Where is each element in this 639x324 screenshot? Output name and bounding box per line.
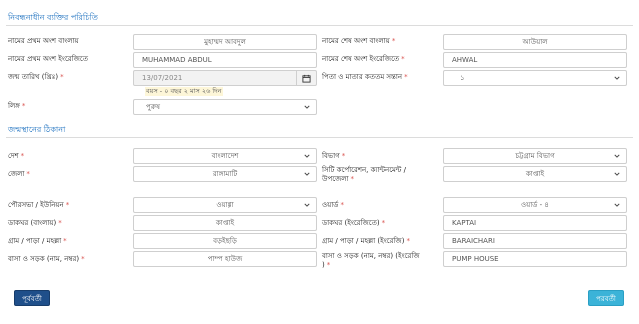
chevron-down-icon xyxy=(614,203,620,207)
union-select[interactable]: ওয়াগ্গা xyxy=(133,197,317,213)
chevron-down-icon xyxy=(304,154,310,158)
last-name-bn-label: নামের শেষ অংশ বাংলায় * xyxy=(322,37,396,45)
section-divider xyxy=(6,25,633,26)
birth-order-select[interactable]: ১ xyxy=(443,70,627,86)
ward-select[interactable]: ওয়ার্ড - ৪ xyxy=(443,197,627,213)
chevron-down-icon xyxy=(614,154,620,158)
post-office-en-input[interactable]: KAPTAI xyxy=(443,215,627,231)
country-label: দেশ * xyxy=(8,152,25,160)
ward-label: ওয়ার্ড * xyxy=(322,201,344,209)
village-bn-label: গ্রাম / পাড়া / মহল্লা * xyxy=(8,237,67,245)
upazila-select[interactable]: কাপ্তাই xyxy=(443,166,627,182)
post-office-bn-label: ডাকঘর (বাংলায়) * xyxy=(8,219,62,227)
calendar-icon[interactable] xyxy=(296,71,316,85)
section-divider xyxy=(6,137,633,138)
section-title-person-info: নিবন্ধনাধীন ব্যক্তির পরিচিতি xyxy=(8,13,98,22)
birth-order-label: পিতা ও মাতার কততম সন্তান * xyxy=(322,73,408,81)
upazila-label: সিটি কর্পোরেশন, ক্যান্টনমেন্ট / উপজেলা * xyxy=(322,166,407,183)
post-office-en-label: ডাকঘর (ইংরেজিতে) * xyxy=(322,219,386,227)
road-en-input[interactable]: PUMP HOUSE xyxy=(443,251,627,267)
village-bn-input[interactable]: বড়ইছড়ি xyxy=(133,233,317,249)
previous-button[interactable]: পূর্ববর্তী xyxy=(14,290,50,306)
road-bn-input[interactable]: পাম্প হাউজ xyxy=(133,251,317,267)
village-en-input[interactable]: BARAICHARI xyxy=(443,233,627,249)
district-label: জেলা * xyxy=(8,170,30,178)
first-name-bn-label: নামের প্রথম অংশ বাংলায় xyxy=(8,37,79,45)
division-label: বিভাগ * xyxy=(322,152,346,160)
chevron-down-icon xyxy=(614,172,620,176)
road-en-label: বাসা ও সড়ক (নাম, নম্বর) (ইংরেজি) * xyxy=(322,252,420,269)
post-office-bn-input[interactable]: কাপ্তাই xyxy=(133,215,317,231)
division-select[interactable]: চট্টগ্রাম বিভাগ xyxy=(443,148,627,164)
first-name-bn-input[interactable]: মুহাম্মদ আবদুল xyxy=(133,34,317,50)
district-select[interactable]: রাঙ্গামাটি xyxy=(133,166,317,182)
village-en-label: গ্রাম / পাড়া / মহল্লা (ইংরেজি) * xyxy=(322,237,410,245)
chevron-down-icon xyxy=(614,76,620,80)
last-name-en-input[interactable]: AHWAL xyxy=(443,52,627,68)
chevron-down-icon xyxy=(304,105,310,109)
gender-select[interactable]: পুরুষ xyxy=(133,99,317,115)
age-hint: বয়স - ০ বছর ২ মাস ২৬ দিন xyxy=(145,87,223,96)
dob-input[interactable]: 13/07/2021 xyxy=(133,70,317,86)
first-name-en-label: নামের প্রথম অংশ ইংরেজিতে xyxy=(8,55,88,63)
country-select[interactable]: বাংলাদেশ xyxy=(133,148,317,164)
chevron-down-icon xyxy=(304,203,310,207)
union-label: পৌরসভা / ইউনিয়ন * xyxy=(8,201,70,209)
next-button[interactable]: পরবর্তী xyxy=(588,290,624,306)
last-name-bn-input[interactable]: আউয়াল xyxy=(443,34,627,50)
dob-label: জন্ম তারিখ (খ্রিঃ) * xyxy=(8,73,64,81)
first-name-en-input[interactable]: MUHAMMAD ABDUL xyxy=(133,52,317,68)
road-bn-label: বাসা ও সড়ক (নাম, নম্বর) * xyxy=(8,255,85,263)
last-name-en-label: নামের শেষ অংশ ইংরেজিতে * xyxy=(322,55,405,63)
chevron-down-icon xyxy=(304,172,310,176)
section-title-birthplace-address: জন্মস্থানের ঠিকানা xyxy=(8,125,66,134)
gender-label: লিঙ্গ * xyxy=(8,102,26,110)
